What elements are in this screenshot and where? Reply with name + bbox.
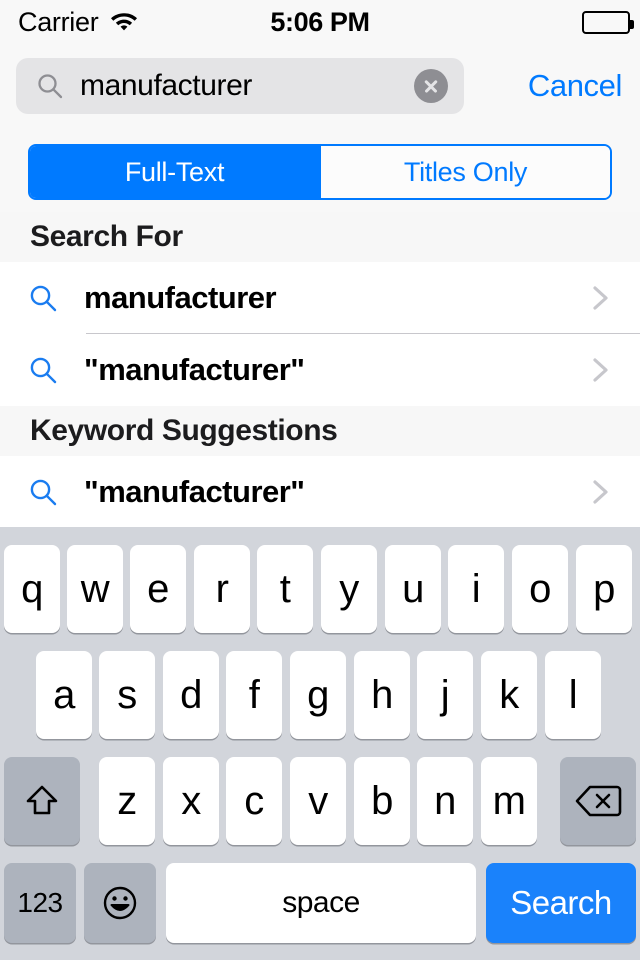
key-d[interactable]: d xyxy=(163,651,219,739)
search-scope-bar: Full-Text Titles Only xyxy=(0,128,640,212)
search-icon xyxy=(28,283,58,313)
keyboard-row-3: z x c v b n m xyxy=(0,757,640,845)
key-x[interactable]: x xyxy=(163,757,219,845)
key-o[interactable]: o xyxy=(512,545,568,633)
key-z[interactable]: z xyxy=(99,757,155,845)
key-g[interactable]: g xyxy=(290,651,346,739)
clear-circle-icon[interactable] xyxy=(414,69,448,103)
key-y[interactable]: y xyxy=(321,545,377,633)
key-n[interactable]: n xyxy=(417,757,473,845)
search-input-value: manufacturer xyxy=(80,69,252,102)
battery-full-icon xyxy=(582,10,634,34)
key-j[interactable]: j xyxy=(417,651,473,739)
search-bar: manufacturer Cancel xyxy=(0,44,640,128)
status-bar-time: 5:06 PM xyxy=(270,6,370,37)
chevron-right-icon xyxy=(592,477,610,507)
key-c[interactable]: c xyxy=(226,757,282,845)
cancel-button[interactable]: Cancel xyxy=(528,68,623,104)
keyboard-row-2: a s d f g h j k l xyxy=(0,651,640,739)
keyboard-row-1: q w e r t y u i o p xyxy=(0,545,640,633)
chevron-right-icon xyxy=(592,355,610,385)
key-i[interactable]: i xyxy=(448,545,504,633)
keyboard-row-4: 123 space Search xyxy=(0,863,640,951)
status-bar-right xyxy=(582,10,634,34)
suggestion-label: "manufacturer" xyxy=(84,474,305,509)
search-input[interactable]: manufacturer xyxy=(16,58,464,114)
key-a[interactable]: a xyxy=(36,651,92,739)
section-header-search-for: Search For xyxy=(0,212,640,262)
chevron-right-icon xyxy=(592,283,610,313)
app-screen: Carrier 5:06 PM manufacturer Cancel Full… xyxy=(0,0,640,960)
suggestion-label: manufacturer xyxy=(84,280,277,315)
suggestion-label: "manufacturer" xyxy=(84,352,305,387)
numbers-key[interactable]: 123 xyxy=(4,863,76,943)
key-h[interactable]: h xyxy=(354,651,410,739)
search-icon xyxy=(28,355,58,385)
on-screen-keyboard: q w e r t y u i o p a s d f g h j k l z … xyxy=(0,527,640,960)
space-key[interactable]: space xyxy=(166,863,476,943)
segmented-control: Full-Text Titles Only xyxy=(28,144,612,200)
shift-key[interactable] xyxy=(4,757,80,845)
key-r[interactable]: r xyxy=(194,545,250,633)
status-bar: Carrier 5:06 PM xyxy=(0,0,640,44)
key-m[interactable]: m xyxy=(481,757,537,845)
key-l[interactable]: l xyxy=(545,651,601,739)
segment-full-text[interactable]: Full-Text xyxy=(30,146,319,198)
segment-titles-only[interactable]: Titles Only xyxy=(319,146,610,198)
search-return-key[interactable]: Search xyxy=(486,863,636,943)
key-p[interactable]: p xyxy=(576,545,632,633)
key-e[interactable]: e xyxy=(130,545,186,633)
key-b[interactable]: b xyxy=(354,757,410,845)
delete-key[interactable] xyxy=(560,757,636,845)
section-header-keyword-suggestions: Keyword Suggestions xyxy=(0,406,640,456)
search-icon xyxy=(36,72,64,100)
keyword-suggestion-row[interactable]: "manufacturer" xyxy=(0,456,640,528)
key-f[interactable]: f xyxy=(226,651,282,739)
search-icon xyxy=(28,477,58,507)
key-q[interactable]: q xyxy=(4,545,60,633)
key-u[interactable]: u xyxy=(385,545,441,633)
emoji-key[interactable] xyxy=(84,863,156,943)
suggestion-row-manufacturer-quoted[interactable]: "manufacturer" xyxy=(0,334,640,406)
key-k[interactable]: k xyxy=(481,651,537,739)
suggestions-list: Search For manufacturer "manufacturer" K… xyxy=(0,212,640,528)
emoji-smiley-icon xyxy=(100,883,140,923)
key-w[interactable]: w xyxy=(67,545,123,633)
shift-arrow-up-icon xyxy=(21,780,63,822)
key-t[interactable]: t xyxy=(257,545,313,633)
delete-backspace-icon xyxy=(574,782,622,820)
key-s[interactable]: s xyxy=(99,651,155,739)
suggestion-row-manufacturer[interactable]: manufacturer xyxy=(0,262,640,334)
key-v[interactable]: v xyxy=(290,757,346,845)
